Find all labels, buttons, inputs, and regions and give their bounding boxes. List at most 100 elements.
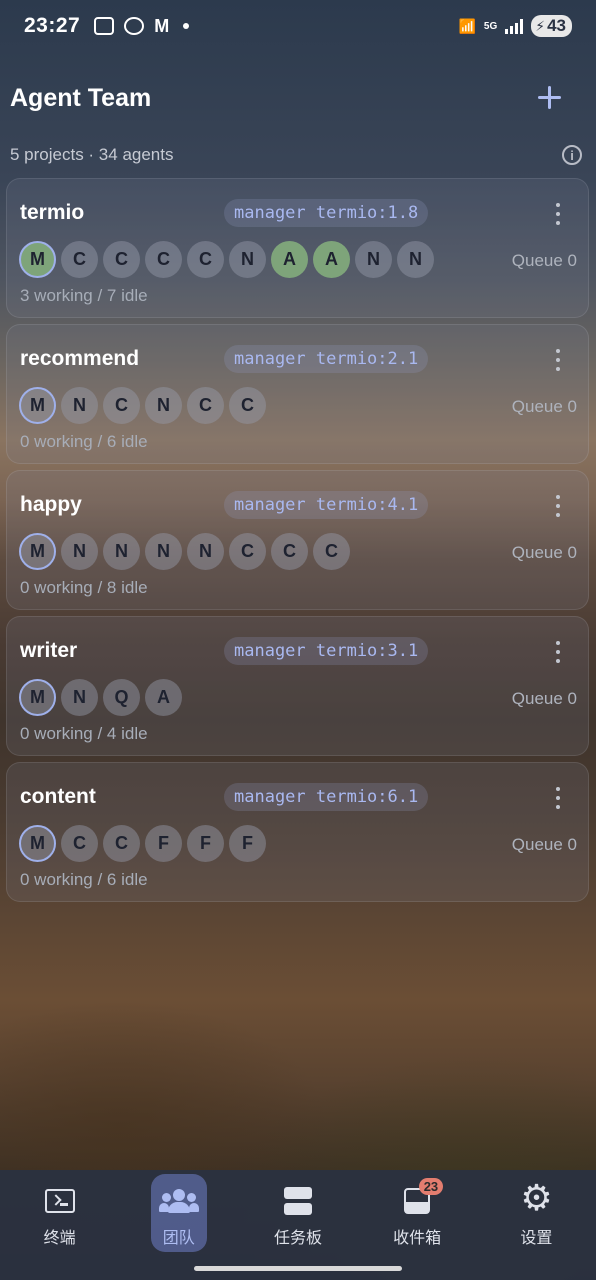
agent-avatar[interactable]: N [103, 533, 140, 570]
queue-count: Queue 0 [511, 543, 577, 562]
agent-avatar[interactable]: N [355, 241, 392, 278]
nav-settings[interactable]: 设置 [477, 1170, 596, 1280]
manager-chip[interactable]: manager termio:6.1 [224, 783, 429, 811]
agent-avatar[interactable]: N [145, 387, 182, 424]
more-options-button[interactable] [554, 203, 562, 225]
nav-team[interactable]: 团队 [119, 1170, 238, 1280]
more-options-button[interactable] [554, 641, 562, 663]
manager-chip[interactable]: manager termio:4.1 [224, 491, 429, 519]
agent-avatar[interactable]: C [61, 825, 98, 862]
agent-avatar[interactable]: A [271, 241, 308, 278]
more-options-button[interactable] [554, 787, 562, 809]
project-list: termio manager termio:1.8 MCCCCNAANN Que… [6, 178, 589, 908]
agent-avatar[interactable]: N [397, 241, 434, 278]
charging-icon: ⚡ [535, 17, 546, 34]
agent-avatar[interactable]: C [187, 241, 224, 278]
agent-avatar[interactable]: Q [103, 679, 140, 716]
project-card[interactable]: recommend manager termio:2.1 MNCNCC Queu… [6, 324, 589, 464]
agent-avatar[interactable]: C [229, 533, 266, 570]
nav-inbox[interactable]: 23 收件箱 [358, 1170, 477, 1280]
agent-avatar[interactable]: C [103, 825, 140, 862]
gmail-icon: M [154, 15, 170, 36]
signal-icon [505, 18, 524, 34]
nav-label: 团队 [162, 1230, 195, 1247]
agent-avatar[interactable]: C [61, 241, 98, 278]
agent-avatar[interactable]: N [61, 533, 98, 570]
home-indicator[interactable] [194, 1266, 402, 1271]
agent-avatar[interactable]: N [187, 533, 224, 570]
notification-icons: M [94, 15, 190, 37]
agent-status: 0 working / 8 idle [20, 578, 148, 597]
network-type: 5G [483, 20, 498, 32]
nav-terminal[interactable]: 终端 [0, 1170, 119, 1280]
nav-task-board[interactable]: 任务板 [238, 1170, 357, 1280]
battery-indicator: ⚡ 43 [531, 15, 572, 37]
queue-count: Queue 0 [511, 689, 577, 708]
project-name: content [20, 785, 96, 808]
agent-avatar[interactable]: C [229, 387, 266, 424]
battery-level: 43 [547, 16, 566, 35]
info-icon[interactable]: i [562, 145, 582, 165]
project-card[interactable]: writer manager termio:3.1 MNQA Queue 0 0… [6, 616, 589, 756]
nav-label: 终端 [43, 1230, 76, 1247]
manager-chip[interactable]: manager termio:2.1 [224, 345, 429, 373]
project-name: writer [20, 639, 78, 662]
status-time: 23:27 [24, 14, 81, 37]
header: Agent Team [10, 78, 566, 118]
bottom-nav: 终端 团队 任务板 23 收件箱 设置 [0, 1170, 596, 1280]
agent-status: 3 working / 7 idle [20, 286, 148, 305]
agent-avatar[interactable]: F [145, 825, 182, 862]
team-icon [158, 1189, 199, 1213]
screenshot-icon [94, 17, 115, 35]
agent-avatar[interactable]: N [61, 387, 98, 424]
agent-avatar[interactable]: C [313, 533, 350, 570]
board-icon [283, 1187, 312, 1215]
agent-avatars: MNCNCC [19, 387, 266, 424]
summary-text: 5 projects · 34 agents [10, 145, 174, 164]
nav-label: 收件箱 [393, 1230, 442, 1247]
project-card[interactable]: content manager termio:6.1 MCCFFF Queue … [6, 762, 589, 902]
agent-status: 0 working / 4 idle [20, 724, 148, 743]
agent-avatar[interactable]: N [145, 533, 182, 570]
manager-chip[interactable]: manager termio:1.8 [224, 199, 429, 227]
project-name: recommend [20, 347, 140, 370]
agent-avatar[interactable]: C [187, 387, 224, 424]
more-notifications-icon [183, 23, 190, 29]
agent-avatar[interactable]: N [61, 679, 98, 716]
gear-icon [520, 1178, 552, 1219]
project-card[interactable]: termio manager termio:1.8 MCCCCNAANN Que… [6, 178, 589, 318]
more-options-button[interactable] [554, 349, 562, 371]
agent-status: 0 working / 6 idle [20, 870, 148, 889]
project-name: termio [20, 201, 85, 224]
manager-avatar[interactable]: M [19, 679, 56, 716]
wifi-icon: 📶 [458, 17, 476, 34]
manager-chip[interactable]: manager termio:3.1 [224, 637, 429, 665]
agent-avatar[interactable]: N [229, 241, 266, 278]
manager-avatar[interactable]: M [19, 825, 56, 862]
manager-avatar[interactable]: M [19, 387, 56, 424]
agent-avatars: MNQA [19, 679, 182, 716]
agent-avatar[interactable]: F [187, 825, 224, 862]
queue-count: Queue 0 [511, 835, 577, 854]
unread-badge: 23 [418, 1178, 444, 1195]
queue-count: Queue 0 [511, 251, 577, 270]
agent-avatars: MNNNNCCC [19, 533, 350, 570]
agent-avatar[interactable]: C [271, 533, 308, 570]
agent-avatars: MCCFFF [19, 825, 266, 862]
agent-avatar[interactable]: C [103, 241, 140, 278]
agent-avatar[interactable]: C [145, 241, 182, 278]
queue-count: Queue 0 [511, 397, 577, 416]
app-notification-icon [124, 17, 145, 35]
project-name: happy [20, 493, 82, 516]
manager-avatar[interactable]: M [19, 241, 56, 278]
agent-avatar[interactable]: F [229, 825, 266, 862]
more-options-button[interactable] [554, 495, 562, 517]
agent-avatars: MCCCCNAANN [19, 241, 434, 278]
project-card[interactable]: happy manager termio:4.1 MNNNNCCC Queue … [6, 470, 589, 610]
agent-status: 0 working / 6 idle [20, 432, 148, 451]
agent-avatar[interactable]: A [145, 679, 182, 716]
agent-avatar[interactable]: A [313, 241, 350, 278]
manager-avatar[interactable]: M [19, 533, 56, 570]
agent-avatar[interactable]: C [103, 387, 140, 424]
add-project-button[interactable] [534, 82, 566, 114]
